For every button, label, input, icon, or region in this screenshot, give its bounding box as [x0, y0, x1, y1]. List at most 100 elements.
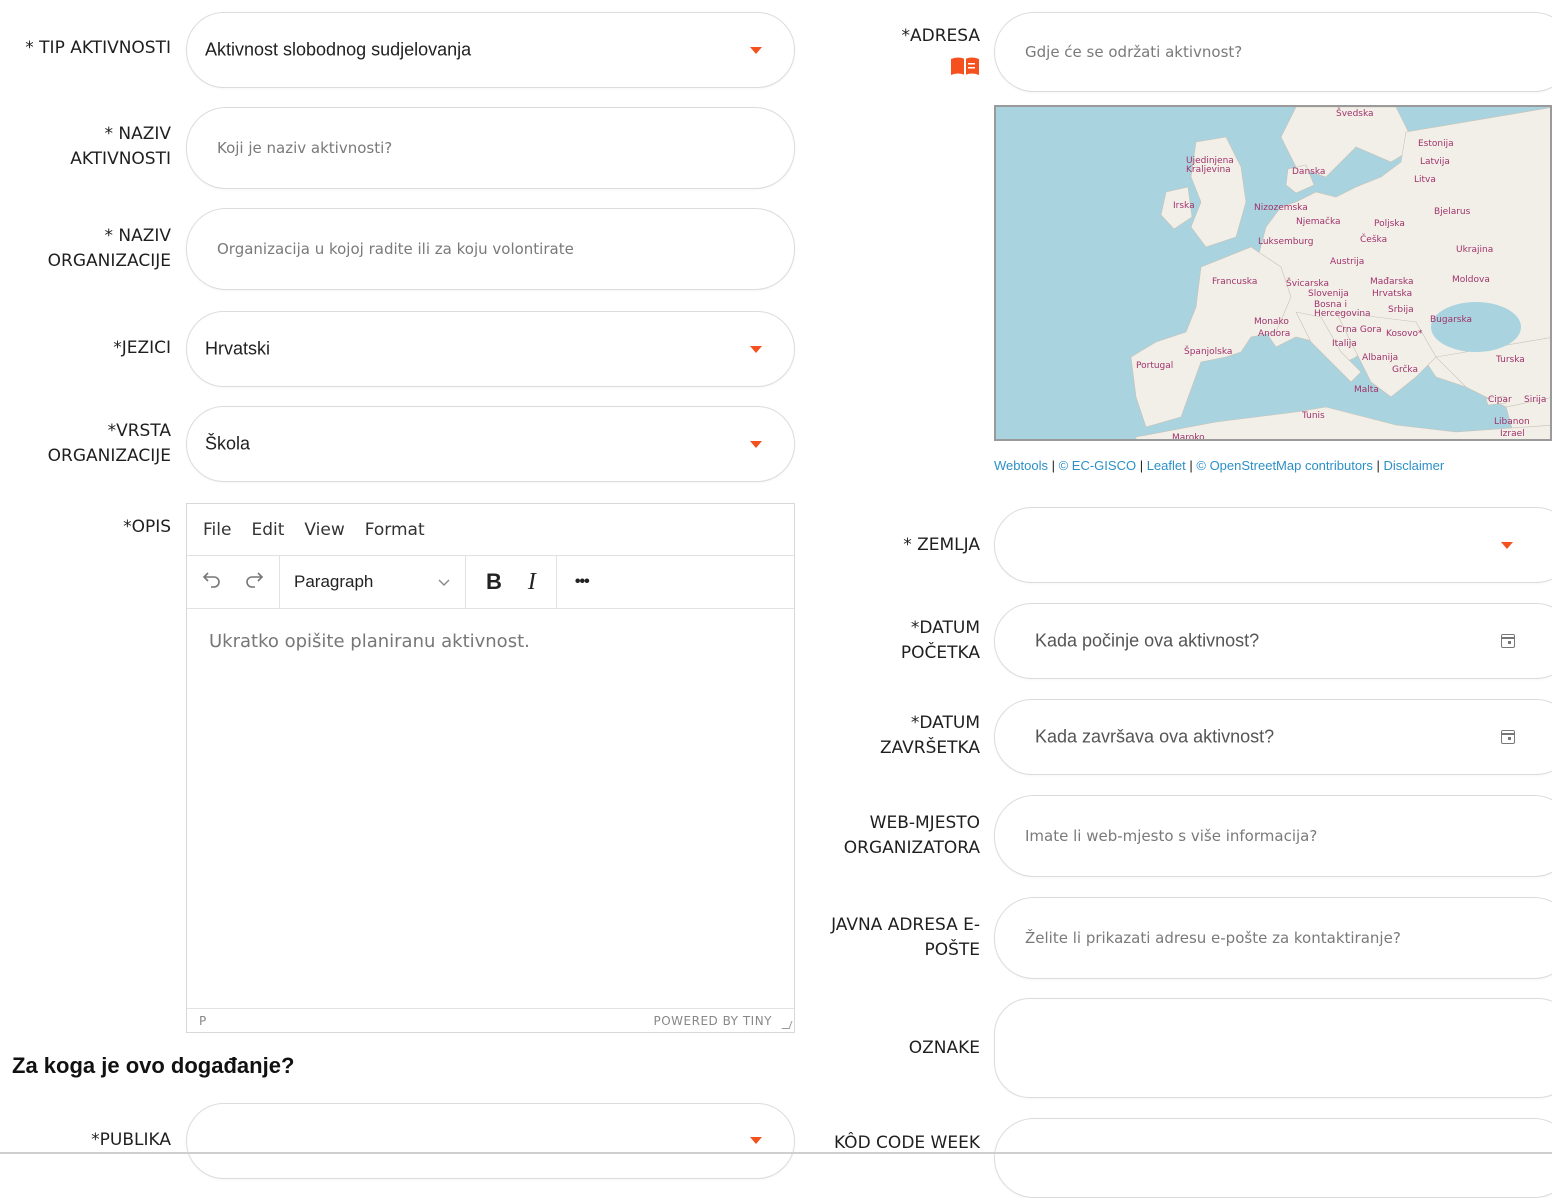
publika-select[interactable] [186, 1103, 795, 1179]
map-label: Litva [1414, 175, 1436, 185]
opis-label: *OPIS [123, 517, 171, 537]
chevron-down-icon [750, 346, 762, 353]
vrsta-organizacije-value: Škola [205, 433, 251, 454]
map-label: Danska [1292, 167, 1326, 177]
map-label: Kosovo* [1386, 329, 1423, 339]
editor-statusbar: P POWERED BY TINY [187, 1008, 794, 1032]
tip-aktivnosti-label: * TIP AKTIVNOSTI [25, 38, 171, 58]
jezici-value: Hrvatski [205, 338, 271, 359]
adresa-placeholder: Gdje će se održati aktivnost? [1025, 43, 1243, 61]
web-mjesto-input[interactable]: Imate li web-mjesto s više informacija? [994, 795, 1552, 877]
map-label: Švicarska [1286, 279, 1329, 289]
map-attribution: Webtools | © EC-GISCO | Leaflet | © Open… [994, 458, 1444, 473]
osm-link[interactable]: © OpenStreetMap contributors [1196, 458, 1373, 473]
map-label: Austrija [1330, 257, 1365, 267]
kod-code-week-input[interactable] [994, 1118, 1552, 1198]
map-label: Ukrajina [1456, 245, 1494, 255]
editor-content-area[interactable]: Ukratko opišite planiranu aktivnost. [187, 609, 794, 1010]
format-group: B I [466, 556, 557, 608]
naziv-aktivnosti-label: * NAZIV AKTIVNOSTI [70, 124, 171, 169]
redo-icon[interactable] [243, 569, 265, 595]
map-label: Libanon [1494, 417, 1530, 427]
zemlja-label: * ZEMLJA [903, 535, 980, 555]
naziv-organizacije-label: * NAZIV ORGANIZACIJE [47, 226, 171, 271]
address-book-icon[interactable] [950, 56, 980, 76]
publika-label: *PUBLIKA [91, 1130, 171, 1150]
map-label: Češka [1360, 235, 1388, 245]
map-land [1130, 107, 1550, 439]
naziv-aktivnosti-input[interactable]: Koji je naziv aktivnosti? [186, 107, 795, 189]
map-label: Francuska [1212, 277, 1258, 287]
separator: | [1376, 458, 1384, 473]
datum-zavrsetka-input[interactable]: Kada završava ova aktivnost? [994, 699, 1552, 775]
location-map[interactable]: Švedska Estonija Latvija Litva Ujedinjen… [994, 105, 1552, 441]
datum-pocetka-placeholder: Kada počinje ova aktivnost? [1035, 630, 1260, 651]
tip-aktivnosti-value: Aktivnost slobodnog sudjelovanja [205, 39, 472, 60]
calendar-icon[interactable] [1501, 730, 1515, 744]
datum-pocetka-input[interactable]: Kada počinje ova aktivnost? [994, 603, 1552, 679]
map-label: Monako [1254, 317, 1289, 327]
editor-menubar: File Edit View Format [187, 504, 794, 556]
map-label: Njemačka [1296, 217, 1341, 227]
adresa-input[interactable]: Gdje će se održati aktivnost? [994, 12, 1552, 92]
tip-aktivnosti-select[interactable]: Aktivnost slobodnog sudjelovanja [186, 12, 795, 88]
ec-gisco-link[interactable]: © EC-GISCO [1059, 458, 1136, 473]
powered-by-tiny-link[interactable]: POWERED BY TINY [654, 1014, 773, 1028]
editor-toolbar: Paragraph B I ••• [187, 556, 794, 609]
email-input[interactable]: Želite li prikazati adresu e-pošte za ko… [994, 897, 1552, 979]
vrsta-organizacije-label: *VRSTA ORGANIZACIJE [47, 421, 171, 466]
jezici-label: *JEZICI [113, 338, 171, 358]
map-label: Portugal [1136, 361, 1174, 371]
map-label: Luksemburg [1258, 237, 1314, 247]
web-mjesto-placeholder: Imate li web-mjesto s više informacija? [1025, 827, 1318, 845]
calendar-icon[interactable] [1501, 634, 1515, 648]
map-label: Moldova [1452, 275, 1490, 285]
webtools-link[interactable]: Webtools [994, 458, 1048, 473]
datum-zavrsetka-placeholder: Kada završava ova aktivnost? [1035, 726, 1275, 747]
map-label: Irska [1173, 201, 1195, 211]
map-label: Srbija [1388, 305, 1414, 315]
map-label: Bjelarus [1434, 207, 1471, 217]
map-label: Italija [1332, 339, 1357, 349]
leaflet-link[interactable]: Leaflet [1147, 458, 1186, 473]
block-format-value: Paragraph [294, 572, 374, 591]
italic-button[interactable]: I [528, 569, 536, 596]
map-label: Nizozemska [1254, 203, 1308, 213]
jezici-select[interactable]: Hrvatski [186, 311, 795, 387]
menu-view[interactable]: View [304, 520, 344, 540]
chevron-down-icon [750, 47, 762, 54]
element-path[interactable]: P [199, 1014, 206, 1028]
map-label: Bosna i Hercegovina [1314, 300, 1371, 319]
map-label: Latvija [1420, 157, 1450, 167]
email-placeholder: Želite li prikazati adresu e-pošte za ko… [1025, 929, 1401, 947]
chevron-down-icon [750, 1137, 762, 1144]
more-button[interactable]: ••• [575, 573, 590, 591]
editor-placeholder: Ukratko opišite planiranu aktivnost. [209, 631, 530, 652]
map-label: Mađarska [1370, 277, 1414, 287]
undo-icon[interactable] [201, 569, 223, 595]
datum-pocetka-label: *DATUM POČETKA [900, 618, 980, 663]
menu-file[interactable]: File [203, 520, 231, 540]
map-label: Albanija [1362, 353, 1399, 363]
map-label: Andora [1258, 329, 1291, 339]
chevron-down-icon [750, 441, 762, 448]
adresa-label: *ADRESA [901, 26, 980, 46]
oznake-input[interactable] [994, 998, 1552, 1098]
disclaimer-link[interactable]: Disclaimer [1384, 458, 1445, 473]
zemlja-select[interactable] [994, 507, 1552, 583]
audience-section-heading: Za koga je ovo događanje? [12, 1053, 295, 1078]
opis-rich-text-editor[interactable]: File Edit View Format Paragraph B I ••• [186, 503, 795, 1033]
map-label: Španjolska [1184, 347, 1233, 357]
menu-format[interactable]: Format [365, 520, 425, 540]
naziv-organizacije-placeholder: Organizacija u kojoj radite ili za koju … [217, 240, 574, 258]
bold-button[interactable]: B [486, 569, 502, 595]
naziv-organizacije-input[interactable]: Organizacija u kojoj radite ili za koju … [186, 208, 795, 290]
map-label: Maroko [1172, 433, 1205, 441]
map-label: Sirija [1524, 395, 1547, 405]
separator: | [1139, 458, 1147, 473]
resize-handle[interactable] [781, 1021, 793, 1029]
vrsta-organizacije-select[interactable]: Škola [186, 406, 795, 482]
naziv-aktivnosti-placeholder: Koji je naziv aktivnosti? [217, 139, 393, 157]
block-format-dropdown[interactable]: Paragraph [280, 556, 466, 608]
menu-edit[interactable]: Edit [251, 520, 284, 540]
